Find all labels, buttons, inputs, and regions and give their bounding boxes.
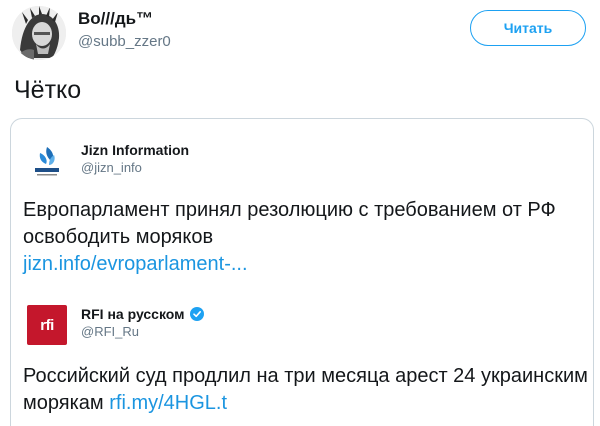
avatar[interactable] xyxy=(12,6,66,60)
nested-author-name[interactable]: RFI на русском xyxy=(81,306,185,322)
quoted-tweet-link[interactable]: jizn.info/evroparlament-... xyxy=(23,253,248,275)
quoted-author-handle[interactable]: @jizn_info xyxy=(81,160,142,175)
verified-badge-icon xyxy=(189,307,204,321)
quoted-author-name[interactable]: Jizn Information xyxy=(81,142,189,158)
tweet-header: Bo///дь™ @subb_zzer0 Читать xyxy=(0,0,600,64)
tweet-page: Bo///дь™ @subb_zzer0 Читать Чётко Jizn I… xyxy=(0,0,600,426)
nested-author-handle[interactable]: @RFI_Ru xyxy=(81,324,139,339)
nested-tweet-text: Российский суд продлил на три месяца аре… xyxy=(23,363,593,417)
nested-text-body: Российский суд продлил на три месяца аре… xyxy=(23,365,588,414)
rfi-logo-text: rfi xyxy=(40,316,54,334)
quoted-text-body: Европарламент принял резолюцию с требова… xyxy=(23,199,556,248)
quoted-tweet-card[interactable]: Jizn Information @jizn_info Европарламен… xyxy=(10,118,594,426)
user-handle[interactable]: @subb_zzer0 xyxy=(78,33,171,50)
quoted-author-avatar[interactable] xyxy=(27,143,67,183)
tweet-text: Чётко xyxy=(14,76,82,104)
follow-button[interactable]: Читать xyxy=(470,10,586,46)
nested-tweet-link[interactable]: rfi.my/4HGL.t xyxy=(109,392,227,414)
jizn-logo-icon xyxy=(27,143,67,183)
quoted-tweet-text: Европарламент принял резолюцию с требова… xyxy=(23,197,593,278)
user-display-name[interactable]: Bo///дь™ xyxy=(78,9,153,29)
warrior-portrait-icon xyxy=(12,6,66,60)
nested-author-name-row[interactable]: RFI на русском xyxy=(81,306,204,322)
rfi-avatar[interactable]: rfi xyxy=(27,305,67,345)
